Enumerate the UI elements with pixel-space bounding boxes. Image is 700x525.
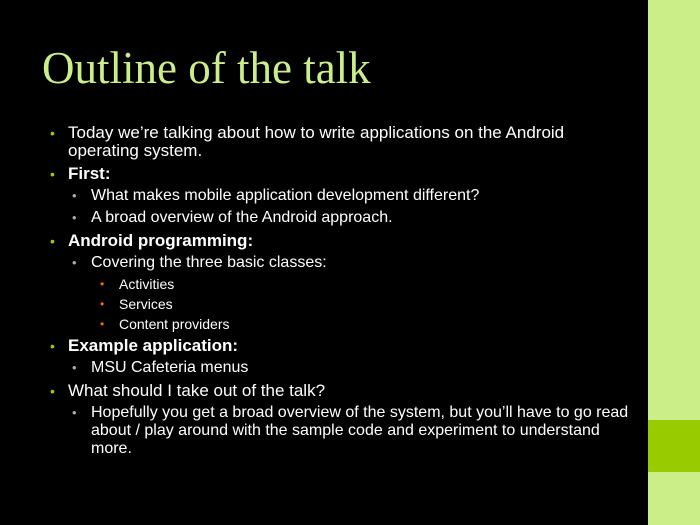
sub-bullet-text: Hopefully you get a broad overview of th… [91, 404, 629, 457]
bullet-item: • Android programming: [50, 232, 630, 250]
bullet-text: First: [68, 164, 111, 183]
sub-sub-bullet-dot-icon: • [100, 297, 105, 311]
bullet-item: • Today we’re talking about how to write… [50, 124, 630, 160]
sub-sub-bullet-text: Activities [119, 276, 175, 292]
slide-title: Outline of the talk [42, 43, 371, 93]
sub-bullet-text: A broad overview of the Android approach… [91, 209, 393, 226]
bullet-dot-icon: • [50, 383, 55, 399]
sub-sub-bullet-text: Content providers [119, 316, 230, 332]
bullet-item: • First: [50, 165, 630, 183]
sub-sub-bullet-dot-icon: • [100, 277, 105, 291]
bullet-dot-icon: • [50, 338, 55, 354]
slide: Outline of the talk • Today we’re talkin… [0, 0, 700, 525]
bullet-text: Today we’re talking about how to write a… [68, 123, 565, 160]
sub-bullet-item: • MSU Cafeteria menus [72, 359, 630, 377]
sub-sub-bullet-item: • Activities [100, 276, 630, 292]
bullet-list: • Today we’re talking about how to write… [50, 124, 630, 458]
sub-sub-bullet-item: • Services [100, 296, 630, 312]
sub-sub-bullet-dot-icon: • [100, 317, 105, 331]
bullet-dot-icon: • [50, 125, 55, 141]
bullet-dot-icon: • [50, 233, 55, 249]
sub-bullet-item: • What makes mobile application developm… [72, 187, 630, 205]
sub-sub-bullet-item: • Content providers [100, 316, 630, 332]
sub-sub-bullet-text: Services [119, 296, 173, 312]
sub-bullet-item: • A broad overview of the Android approa… [72, 209, 630, 227]
bullet-item: • Example application: [50, 337, 630, 355]
sub-bullet-text: What makes mobile application developmen… [91, 187, 480, 204]
bullet-dot-icon: • [50, 166, 55, 182]
sub-bullet-dot-icon: • [72, 210, 77, 225]
side-accent-block [648, 420, 700, 472]
sub-bullet-dot-icon: • [72, 405, 77, 420]
bullet-text: Example application: [68, 336, 239, 355]
sub-bullet-text: Covering the three basic classes: [91, 254, 327, 271]
bullet-text: Android programming: [68, 231, 254, 250]
sub-bullet-text: MSU Cafeteria menus [91, 359, 249, 376]
sub-bullet-item: • Hopefully you get a broad overview of … [72, 404, 630, 458]
bullet-item: • What should I take out of the talk? [50, 382, 630, 400]
sub-bullet-dot-icon: • [72, 360, 77, 375]
sub-bullet-dot-icon: • [72, 188, 77, 203]
sub-bullet-dot-icon: • [72, 255, 77, 270]
sub-bullet-item: • Covering the three basic classes: [72, 254, 630, 272]
bullet-text: What should I take out of the talk? [68, 381, 326, 400]
